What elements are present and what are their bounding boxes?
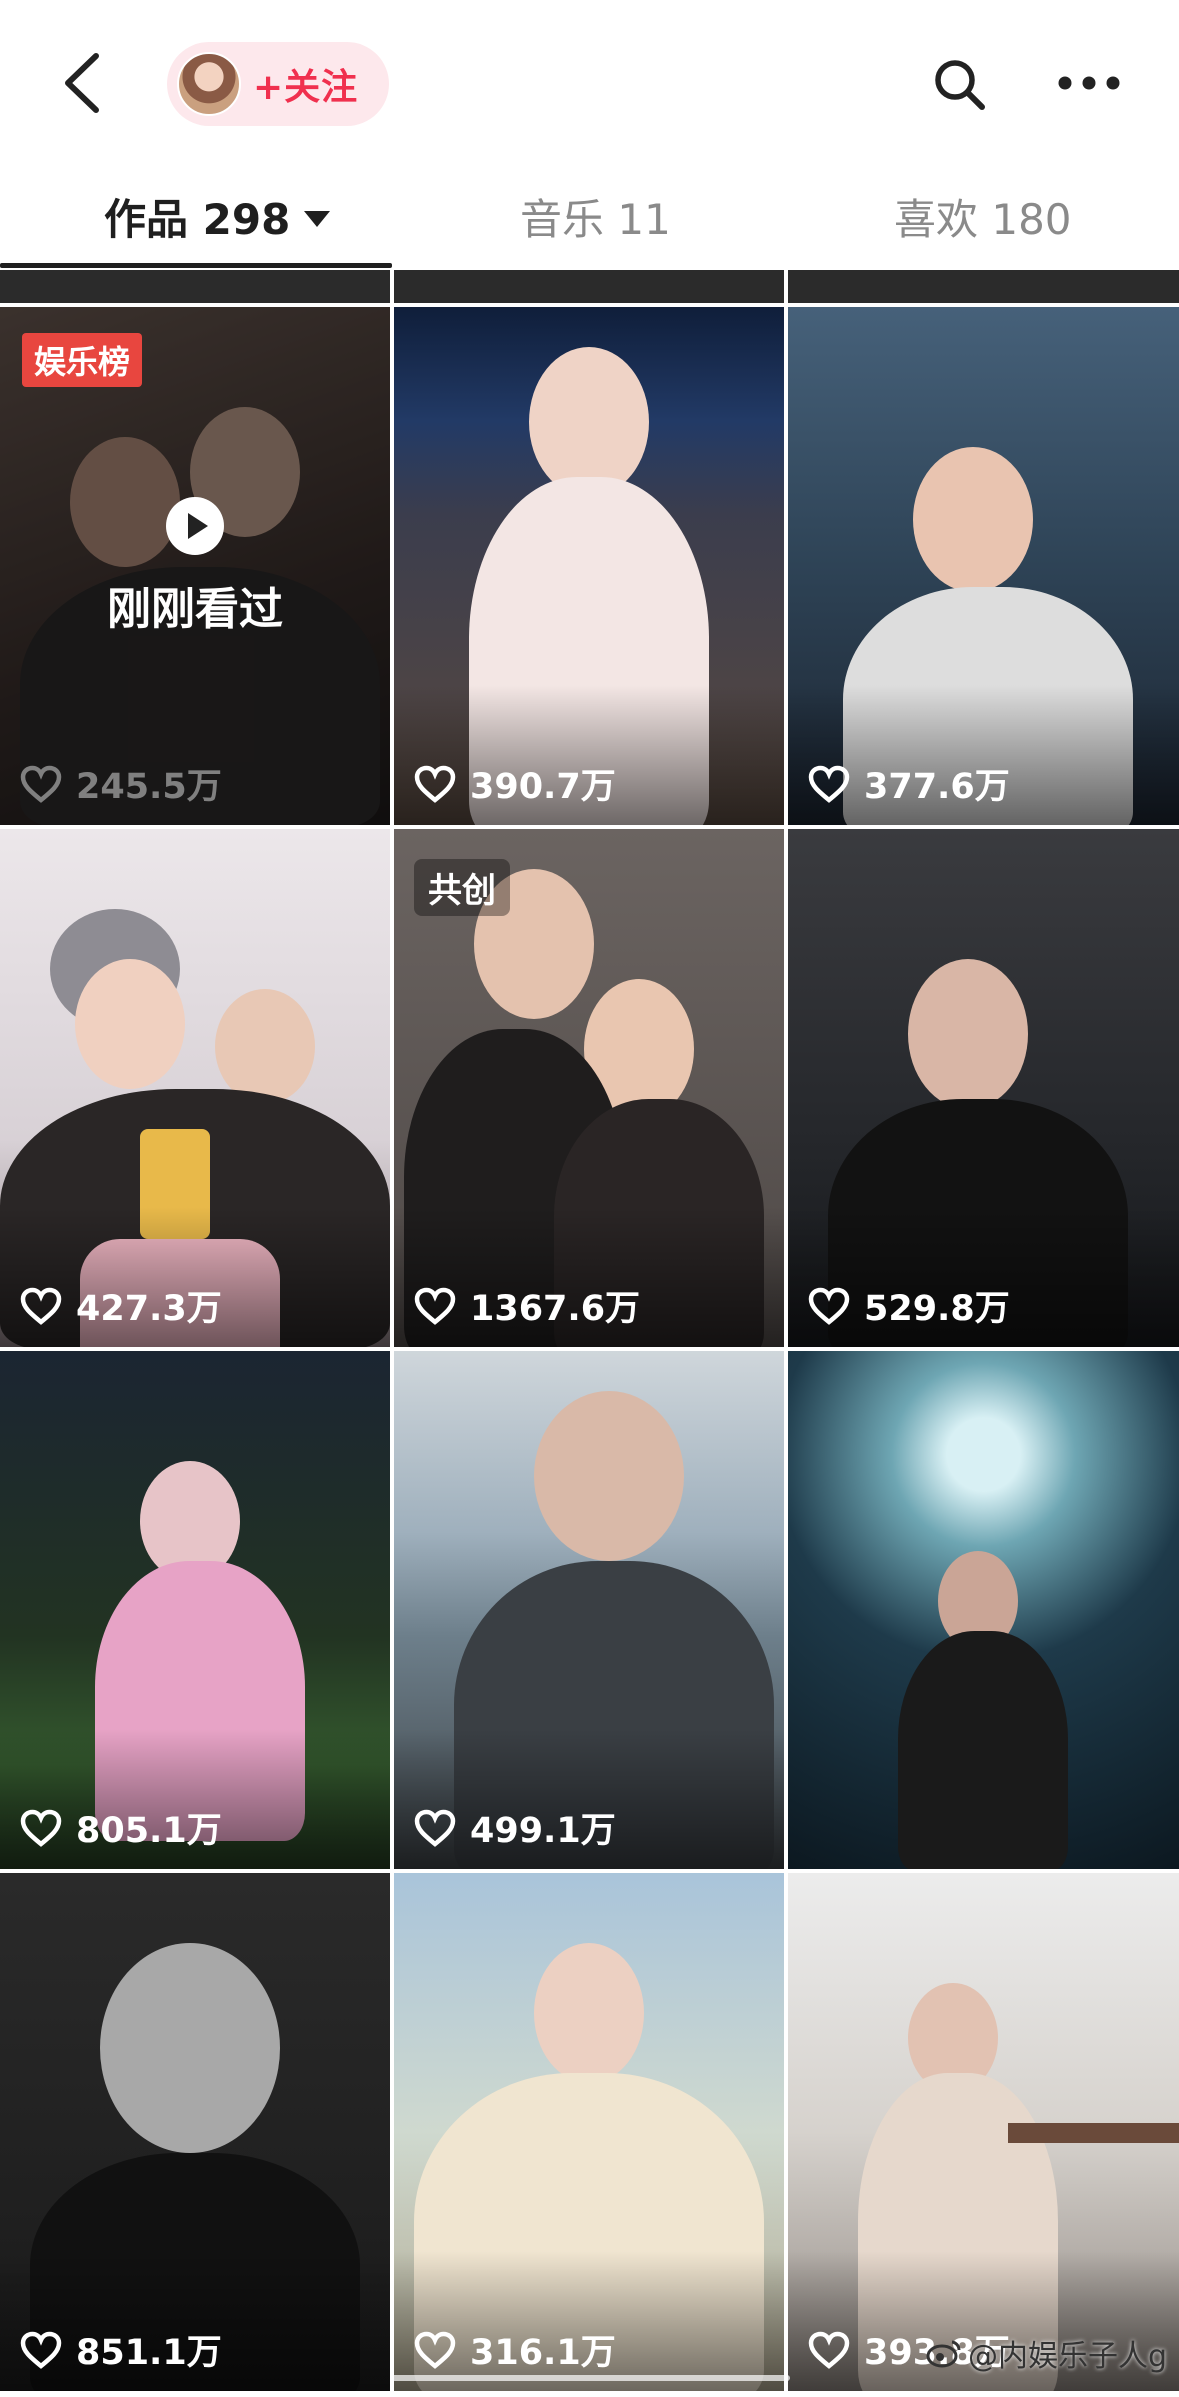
thumbnail xyxy=(898,1631,1068,1869)
like-count: 529.8万 xyxy=(808,1280,1010,1331)
like-count-value: 316.1万 xyxy=(470,2333,616,2373)
thumbnail xyxy=(913,447,1033,592)
video-tile[interactable]: 851.1万 xyxy=(0,1873,390,2391)
back-icon[interactable] xyxy=(52,48,122,118)
like-count: 377.6万 xyxy=(808,758,1010,809)
like-count: 499.1万 xyxy=(414,1802,616,1853)
like-count-value: 427.3万 xyxy=(76,1289,222,1329)
follow-label: +关注 xyxy=(253,67,359,108)
like-count: 805.1万 xyxy=(20,1802,222,1853)
heart-icon xyxy=(808,1287,850,1325)
top-bar: +关注 xyxy=(0,0,1179,170)
thumbnail xyxy=(215,989,315,1104)
heart-icon xyxy=(414,1809,456,1847)
co-create-badge: 共创 xyxy=(414,859,510,916)
thumbnail xyxy=(534,1943,644,2083)
like-count-value: 377.6万 xyxy=(864,767,1010,807)
active-tab-indicator xyxy=(0,263,392,268)
heart-icon xyxy=(808,2331,850,2369)
home-indicator xyxy=(390,2375,790,2381)
partial-tile[interactable] xyxy=(394,270,784,303)
video-tile[interactable]: 427.3万 xyxy=(0,829,390,1347)
watermark: @内娱乐子人g xyxy=(926,2331,1167,2375)
heart-icon xyxy=(808,765,850,803)
like-count: 390.7万 xyxy=(414,758,616,809)
heart-icon xyxy=(414,765,456,803)
tab-music[interactable]: 音乐 11 xyxy=(520,186,671,247)
like-count: 245.5万 xyxy=(20,758,222,809)
video-tile[interactable]: 娱乐榜 刚刚看过 245.5万 xyxy=(0,307,390,825)
weibo-icon xyxy=(926,2340,961,2368)
video-tile[interactable]: 377.6万 xyxy=(788,307,1179,825)
video-tile[interactable]: 499.1万 xyxy=(394,1351,784,1869)
heart-icon xyxy=(20,2331,62,2369)
video-tile[interactable]: 316.1万 xyxy=(394,1873,784,2391)
like-count: 851.1万 xyxy=(20,2324,222,2375)
heart-icon xyxy=(414,2331,456,2369)
video-tile[interactable]: 529.8万 xyxy=(788,829,1179,1347)
watermark-text: @内娱乐子人g xyxy=(967,2339,1167,2374)
recently-watched-label: 刚刚看过 xyxy=(107,584,283,635)
heart-icon xyxy=(20,1287,62,1325)
heart-icon xyxy=(414,1287,456,1325)
play-icon xyxy=(166,497,224,555)
thumbnail xyxy=(534,1391,684,1561)
partial-tile[interactable] xyxy=(0,270,390,303)
thumbnail xyxy=(75,959,185,1089)
like-count: 427.3万 xyxy=(20,1280,222,1331)
thumbnail xyxy=(100,1943,280,2153)
tab-works[interactable]: 作品 298 xyxy=(104,186,331,247)
tab-likes[interactable]: 喜欢 180 xyxy=(894,186,1072,247)
search-icon[interactable] xyxy=(930,55,990,115)
video-grid: 娱乐榜 刚刚看过 245.5万 390.7万 377.6万 427.3万 共创 … xyxy=(0,270,1179,2397)
thumbnail xyxy=(529,347,649,497)
like-count-value: 245.5万 xyxy=(76,767,222,807)
thumbnail xyxy=(1008,2123,1179,2143)
like-count-value: 1367.6万 xyxy=(470,1289,641,1329)
video-tile[interactable]: 805.1万 xyxy=(0,1351,390,1869)
follow-button[interactable]: +关注 xyxy=(167,42,389,126)
heart-icon xyxy=(20,765,62,803)
video-tile[interactable]: 共创 1367.6万 xyxy=(394,829,784,1347)
like-count-value: 529.8万 xyxy=(864,1289,1010,1329)
like-count: 1367.6万 xyxy=(414,1280,640,1331)
video-tile[interactable]: 390.7万 xyxy=(394,307,784,825)
heart-icon xyxy=(20,1809,62,1847)
like-count-value: 805.1万 xyxy=(76,1811,222,1851)
like-count-value: 499.1万 xyxy=(470,1811,616,1851)
like-count-value: 851.1万 xyxy=(76,2333,222,2373)
recently-watched: 刚刚看过 xyxy=(0,497,390,637)
like-count: 316.1万 xyxy=(414,2324,616,2375)
video-tile[interactable] xyxy=(788,1351,1179,1869)
caret-down-icon xyxy=(304,210,331,227)
tab-works-label: 作品 298 xyxy=(104,195,291,244)
partial-tile[interactable] xyxy=(788,270,1179,303)
profile-tabs: 作品 298 音乐 11 喜欢 180 xyxy=(0,170,1179,270)
rank-badge: 娱乐榜 xyxy=(22,333,143,387)
thumbnail xyxy=(908,959,1028,1109)
like-count-value: 390.7万 xyxy=(470,767,616,807)
avatar xyxy=(177,52,241,116)
video-tile[interactable]: 393.8万 xyxy=(788,1873,1179,2391)
more-icon[interactable] xyxy=(1057,68,1121,98)
